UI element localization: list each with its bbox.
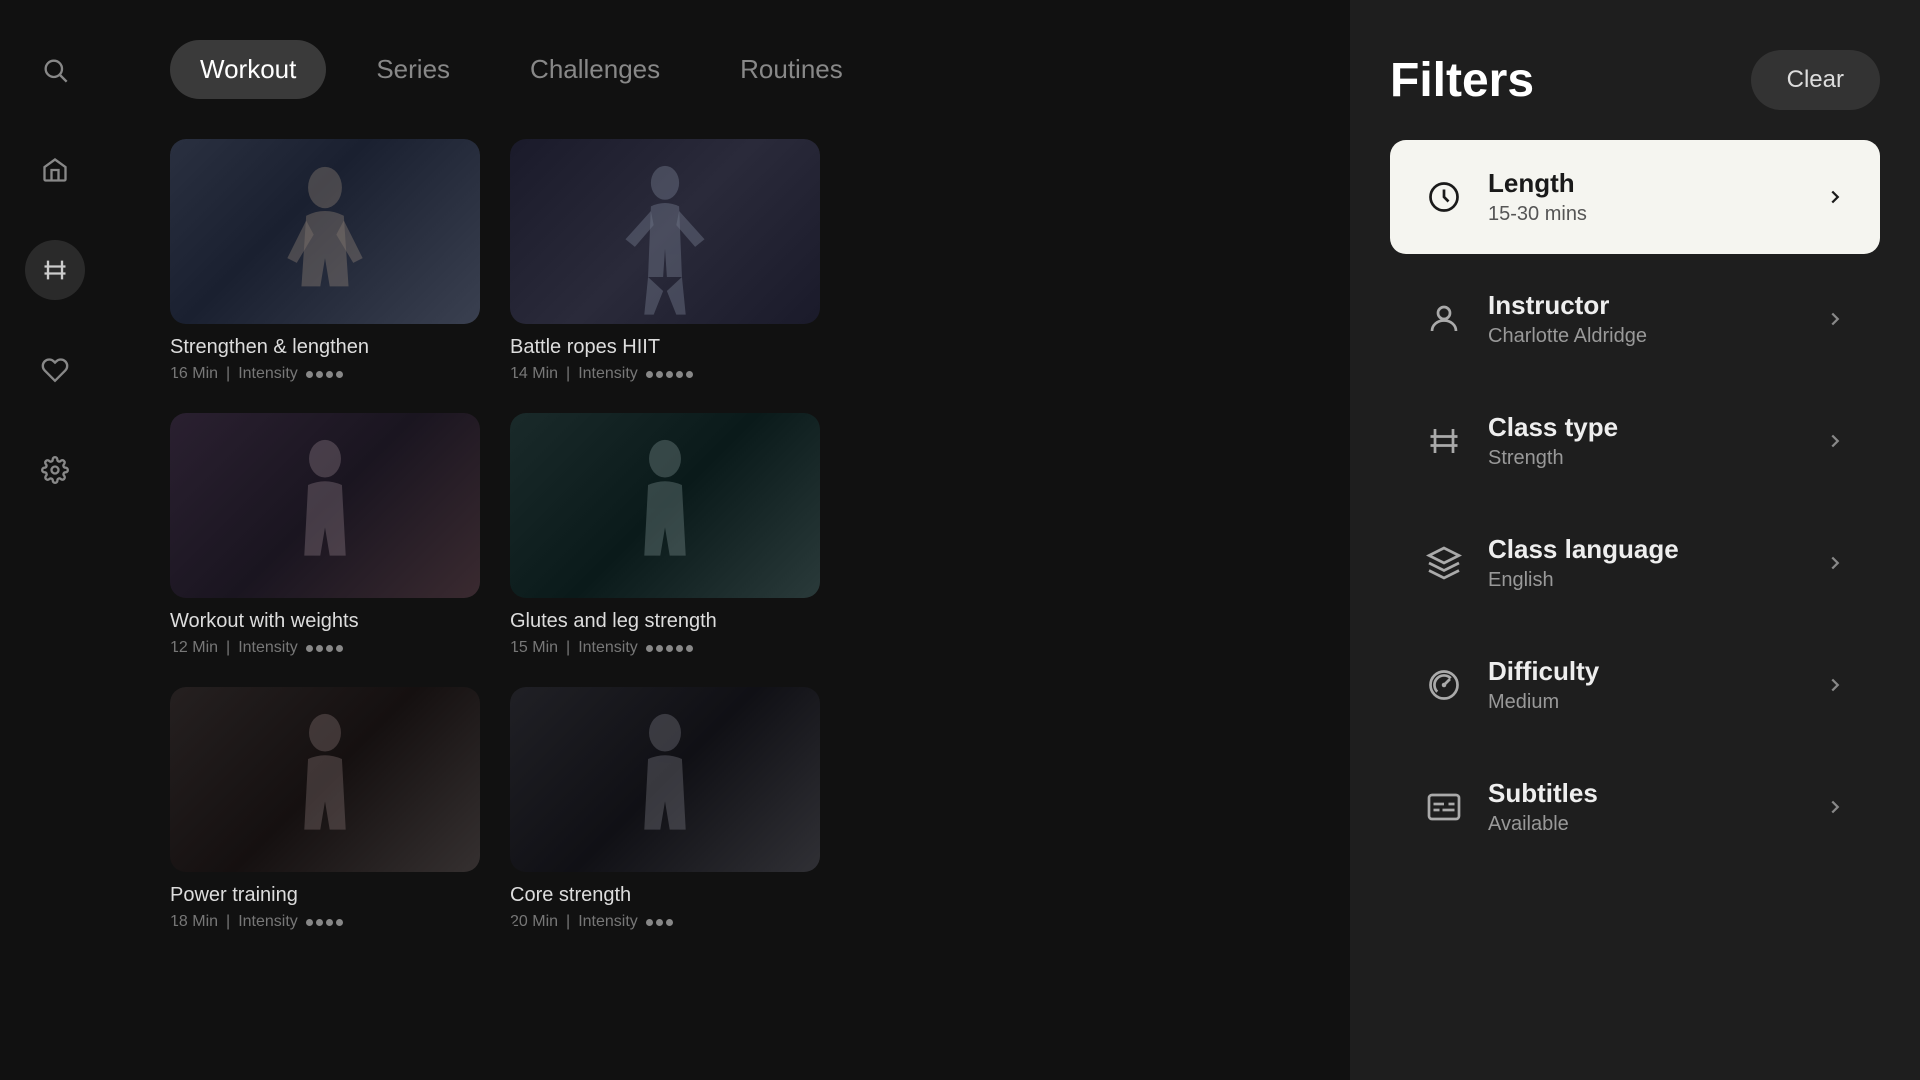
filter-panel: Filters Clear Length 15-30 mins Instruct… <box>1350 0 1920 1080</box>
workout-card[interactable]: Glutes and leg strength 15 Min | Intensi… <box>510 413 820 657</box>
chevron-right-icon <box>1820 182 1850 212</box>
tab-nav: Workout Series Challenges Routines <box>170 40 1290 99</box>
sidebar <box>0 0 110 1080</box>
card-meta: 12 Min | Intensity <box>170 639 480 657</box>
tab-routines[interactable]: Routines <box>710 40 873 99</box>
card-meta: 15 Min | Intensity <box>510 639 820 657</box>
main-content: Workout Series Challenges Routines Stren… <box>110 0 1350 1080</box>
sidebar-item-settings[interactable] <box>25 440 85 500</box>
filter-difficulty-text: Difficulty Medium <box>1488 656 1820 714</box>
sidebar-item-home[interactable] <box>25 140 85 200</box>
filter-subtitles-text: Subtitles Available <box>1488 778 1820 836</box>
card-meta: 16 Min | Intensity <box>170 365 480 383</box>
workout-card[interactable]: Battle ropes HIIT 14 Min | Intensity <box>510 139 820 383</box>
chevron-right-icon <box>1820 670 1850 700</box>
chevron-right-icon <box>1820 426 1850 456</box>
filter-item-class-type[interactable]: Class type Strength <box>1390 384 1880 498</box>
filter-header: Filters Clear <box>1390 50 1880 110</box>
card-title: Workout with weights <box>170 610 480 633</box>
tab-challenges[interactable]: Challenges <box>500 40 690 99</box>
card-meta: 20 Min | Intensity <box>510 913 820 931</box>
clock-icon <box>1420 173 1468 221</box>
subtitles-icon <box>1420 783 1468 831</box>
sidebar-item-workout[interactable] <box>25 240 85 300</box>
chevron-right-icon <box>1820 792 1850 822</box>
chevron-right-icon <box>1820 304 1850 334</box>
workout-card[interactable]: Core strength 20 Min | Intensity <box>510 687 820 931</box>
filter-item-subtitles[interactable]: Subtitles Available <box>1390 750 1880 864</box>
card-title: Core strength <box>510 884 820 907</box>
chevron-right-icon <box>1820 548 1850 578</box>
workout-grid: Strengthen & lengthen 16 Min | Intensity <box>170 139 1290 931</box>
filter-title: Filters <box>1390 53 1534 108</box>
workout-card[interactable]: Workout with weights 12 Min | Intensity <box>170 413 480 657</box>
workout-card[interactable]: Power training 18 Min | Intensity <box>170 687 480 931</box>
card-meta: 18 Min | Intensity <box>170 913 480 931</box>
card-title: Strengthen & lengthen <box>170 336 480 359</box>
filter-item-length[interactable]: Length 15-30 mins <box>1390 140 1880 254</box>
card-title: Battle ropes HIIT <box>510 336 820 359</box>
card-meta: 14 Min | Intensity <box>510 365 820 383</box>
dumbbell-icon <box>1420 417 1468 465</box>
tab-series[interactable]: Series <box>346 40 480 99</box>
sidebar-item-search[interactable] <box>25 40 85 100</box>
sidebar-item-favorites[interactable] <box>25 340 85 400</box>
filter-item-difficulty[interactable]: Difficulty Medium <box>1390 628 1880 742</box>
translate-icon <box>1420 539 1468 587</box>
gauge-icon <box>1420 661 1468 709</box>
workout-card[interactable]: Strengthen & lengthen 16 Min | Intensity <box>170 139 480 383</box>
card-title: Power training <box>170 884 480 907</box>
filter-length-text: Length 15-30 mins <box>1488 168 1820 226</box>
person-icon <box>1420 295 1468 343</box>
filter-language-text: Class language English <box>1488 534 1820 592</box>
filter-instructor-text: Instructor Charlotte Aldridge <box>1488 290 1820 348</box>
filter-item-class-language[interactable]: Class language English <box>1390 506 1880 620</box>
clear-button[interactable]: Clear <box>1751 50 1880 110</box>
filter-item-instructor[interactable]: Instructor Charlotte Aldridge <box>1390 262 1880 376</box>
card-title: Glutes and leg strength <box>510 610 820 633</box>
filter-class-type-text: Class type Strength <box>1488 412 1820 470</box>
tab-workout[interactable]: Workout <box>170 40 326 99</box>
